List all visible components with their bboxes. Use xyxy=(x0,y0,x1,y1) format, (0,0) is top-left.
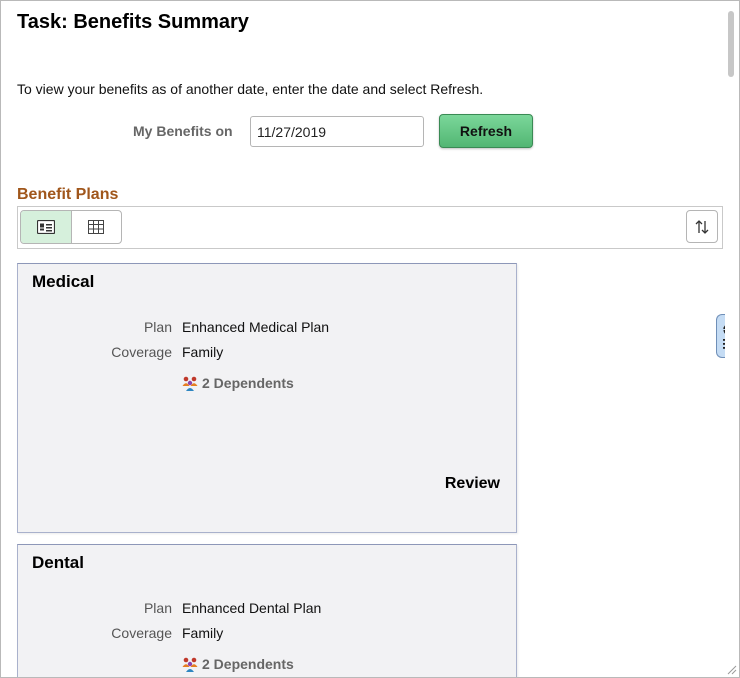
card-title: Medical xyxy=(32,272,95,291)
dental-plan-card[interactable]: Dental Plan Enhanced Dental Plan Coverag… xyxy=(17,544,517,677)
benefits-date-input[interactable] xyxy=(250,116,424,147)
dependents-icon xyxy=(182,376,198,391)
resize-grip-icon[interactable] xyxy=(727,665,737,675)
coverage-value: Family xyxy=(182,344,224,360)
grid-view-icon xyxy=(88,220,105,234)
vertical-scrollbar[interactable] xyxy=(725,1,739,677)
grid-view-button[interactable] xyxy=(72,211,122,243)
dependents-link[interactable]: 2 Dependents xyxy=(182,375,294,391)
sort-icon xyxy=(695,219,709,234)
coverage-label: Coverage xyxy=(111,625,172,641)
medical-plan-card[interactable]: Medical Plan Enhanced Medical Plan Cover… xyxy=(17,263,517,533)
view-toggle xyxy=(20,210,122,244)
instructions-text: To view your benefits as of another date… xyxy=(17,81,484,97)
benefit-plans-toolbar xyxy=(17,206,723,249)
card-view-button[interactable] xyxy=(21,211,72,243)
page-title: Task: Benefits Summary xyxy=(17,11,249,33)
plan-label: Plan xyxy=(143,319,172,335)
sort-button[interactable] xyxy=(686,210,718,243)
benefits-summary-page: Task: Benefits Summary To view your bene… xyxy=(0,0,740,678)
dependents-text: 2 Dependents xyxy=(202,375,294,391)
dependents-link[interactable]: 2 Dependents xyxy=(182,656,294,672)
dependents-icon xyxy=(182,657,198,672)
card-title: Dental xyxy=(32,553,84,572)
benefits-date-label: My Benefits on xyxy=(133,123,233,139)
card-view-icon xyxy=(36,220,55,234)
scrollbar-thumb[interactable] xyxy=(728,11,734,77)
benefit-plans-heading: Benefit Plans xyxy=(17,186,119,203)
coverage-value: Family xyxy=(182,625,224,641)
refresh-button[interactable]: Refresh xyxy=(439,114,533,148)
coverage-label: Coverage xyxy=(111,344,172,360)
plan-value: Enhanced Medical Plan xyxy=(182,319,330,335)
plan-value: Enhanced Dental Plan xyxy=(182,600,322,616)
plan-label: Plan xyxy=(143,600,172,616)
review-link[interactable]: Review xyxy=(445,475,500,493)
dependents-text: 2 Dependents xyxy=(202,656,294,672)
